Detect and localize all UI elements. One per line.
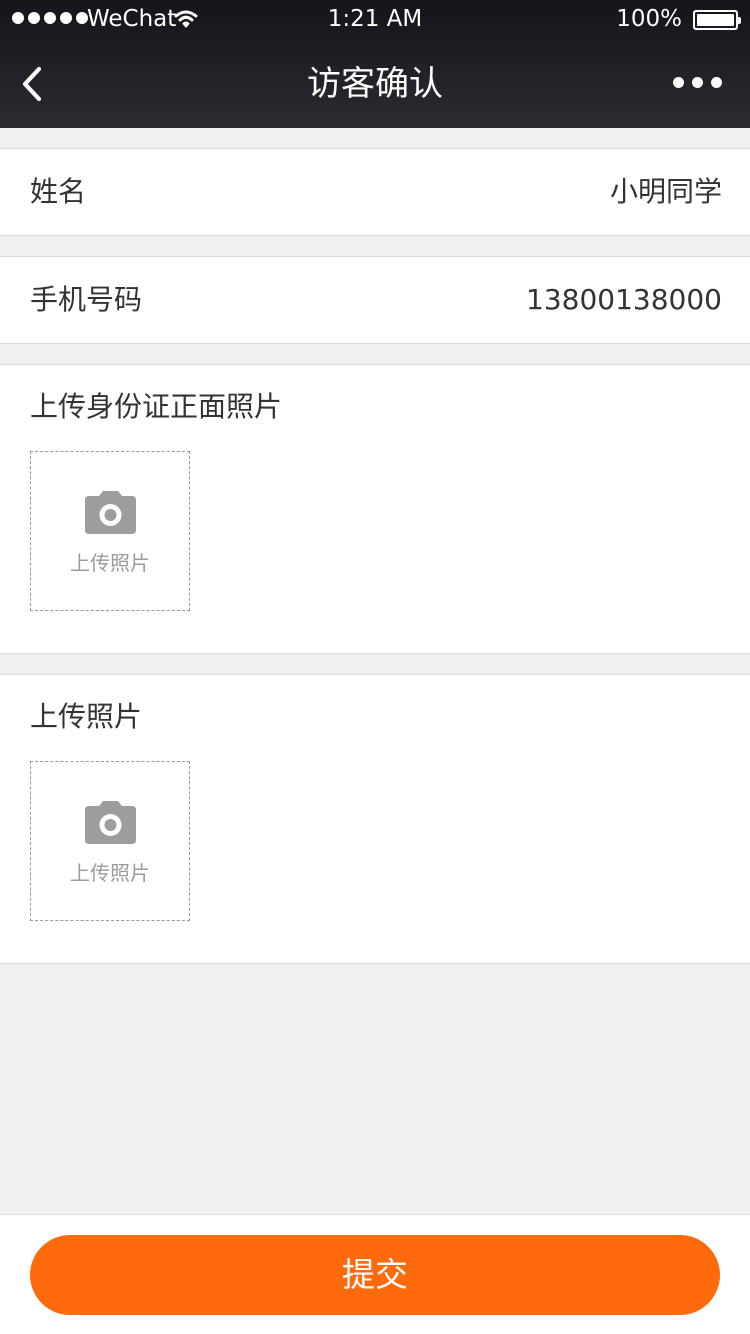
phone-value: 13800138000 (526, 283, 722, 316)
battery-icon (693, 10, 741, 30)
more-dot (692, 77, 703, 88)
more-dot (673, 77, 684, 88)
page-title: 访客确认 (307, 64, 443, 104)
id-photo-upload-title: 上传身份证正面照片 (30, 390, 283, 423)
photo-upload-title: 上传照片 (30, 700, 143, 733)
upload-photo-label: 上传照片 (70, 551, 150, 575)
top-bar: WeChat 1:21 AM 100% 访客确认 (0, 0, 750, 128)
name-value: 小明同学 (609, 175, 722, 208)
name-label: 姓名 (30, 175, 87, 208)
phone-label: 手机号码 (30, 283, 143, 316)
upload-photo-label: 上传照片 (70, 861, 150, 885)
name-row: 姓名 小明同学 (0, 148, 750, 236)
camera-icon (85, 801, 136, 844)
battery-level (697, 14, 734, 26)
more-options-icon[interactable] (673, 77, 722, 88)
photo-upload-button[interactable]: 上传照片 (30, 761, 190, 921)
camera-icon (85, 491, 136, 534)
submit-button[interactable]: 提交 (30, 1235, 720, 1315)
battery-percentage: 100% (616, 6, 682, 32)
navigation-bar: 访客确认 (0, 40, 750, 128)
status-bar: WeChat 1:21 AM 100% (0, 0, 750, 40)
phone-row: 手机号码 13800138000 (0, 256, 750, 344)
photo-upload-section: 上传照片 上传照片 (0, 674, 750, 964)
id-photo-upload-section: 上传身份证正面照片 上传照片 (0, 364, 750, 654)
footer-bar: 提交 (0, 1214, 750, 1334)
id-photo-upload-button[interactable]: 上传照片 (30, 451, 190, 611)
more-dot (711, 77, 722, 88)
